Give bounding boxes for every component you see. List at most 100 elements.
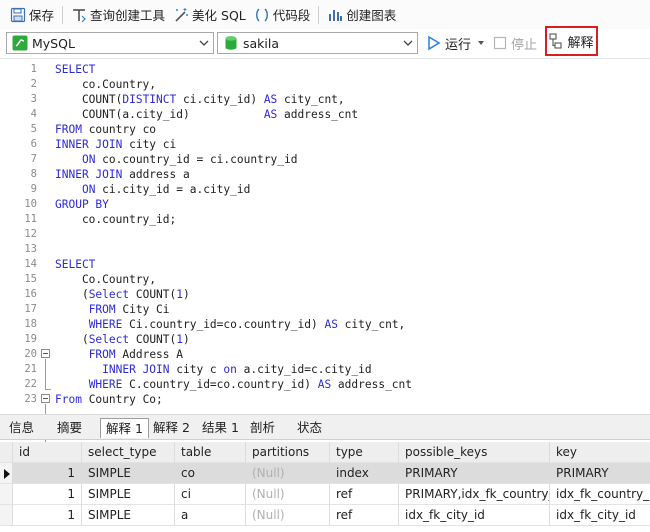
code-line[interactable]: 10 GROUP BY xyxy=(0,197,650,212)
query-builder-icon xyxy=(71,7,87,23)
explain-button[interactable]: 解释 xyxy=(545,26,598,56)
result-tab[interactable]: 信息 xyxy=(4,418,39,438)
line-number: 14 xyxy=(24,258,37,270)
grid-cell[interactable]: SIMPLE xyxy=(82,505,175,526)
row-marker[interactable] xyxy=(0,463,13,484)
grid-cell[interactable]: idx_fk_city_id xyxy=(399,505,550,526)
grid-cell[interactable]: PRIMARY,idx_fk_country_ xyxy=(399,484,550,505)
code-line[interactable]: 2 co.Country, xyxy=(0,77,650,92)
sql-token: address_cnt xyxy=(331,378,413,391)
query-builder-button[interactable]: 查询创建工具 xyxy=(67,4,169,26)
create-chart-label: 创建图表 xyxy=(346,8,397,23)
column-header[interactable]: table xyxy=(175,442,246,463)
line-number: 20 xyxy=(24,348,37,360)
grid-cell[interactable]: idx_fk_city_id xyxy=(550,505,650,526)
column-header[interactable]: select_type xyxy=(82,442,175,463)
explain-result-grid[interactable]: id select_type table partitions type possible… xyxy=(0,442,650,532)
grid-cell[interactable]: ci xyxy=(175,484,246,505)
sql-keyword: Select xyxy=(88,288,130,301)
grid-cell[interactable]: 1 xyxy=(13,505,82,526)
grid-cell[interactable]: a xyxy=(175,505,246,526)
code-text: Co.Country, xyxy=(55,272,156,287)
code-line[interactable]: 21 INNER JOIN city c on a.city_id=c.city… xyxy=(0,362,650,377)
code-line[interactable]: 6 INNER JOIN city ci xyxy=(0,137,650,152)
run-dropdown-icon[interactable] xyxy=(477,36,487,51)
grid-cell[interactable]: index xyxy=(330,463,399,484)
schema-value: sakila xyxy=(243,35,280,51)
code-line[interactable]: 15 Co.Country, xyxy=(0,272,650,287)
run-button[interactable]: 运行 xyxy=(426,32,487,54)
sql-token: COUNT(a.city_id) xyxy=(55,108,264,121)
code-line[interactable]: 12 xyxy=(0,227,650,242)
connection-type-select[interactable]: MySQL xyxy=(6,32,214,54)
sql-keyword: FROM xyxy=(88,303,116,316)
code-line[interactable]: 16 (Select COUNT(1) xyxy=(0,287,650,302)
code-line[interactable]: 18 WHERE Ci.country_id=co.country_id) AS… xyxy=(0,317,650,332)
table-row[interactable]: 1 SIMPLE ci (Null) ref PRIMARY,idx_fk_country… xyxy=(0,484,650,505)
mysql-connection-icon xyxy=(12,35,28,51)
grid-cell[interactable]: 1 xyxy=(13,484,82,505)
sql-token: ( xyxy=(55,288,89,301)
grid-cell[interactable]: (Null) xyxy=(246,484,330,505)
grid-cell[interactable]: PRIMARY xyxy=(550,463,650,484)
grid-cell[interactable]: idx_fk_country_id xyxy=(550,484,650,505)
code-text: (Select COUNT(1) xyxy=(55,332,190,347)
line-number: 17 xyxy=(24,303,37,315)
code-line[interactable]: 1 SELECT xyxy=(0,62,650,77)
sql-keyword: INNER JOIN xyxy=(102,363,170,376)
result-tab[interactable]: 状态 xyxy=(292,418,327,438)
code-line[interactable]: 4 COUNT(a.city_id) AS address_cnt xyxy=(0,107,650,122)
line-number: 23 xyxy=(24,393,37,405)
code-line[interactable]: 13 xyxy=(0,242,650,257)
grid-cell[interactable]: SIMPLE xyxy=(82,463,175,484)
beautify-sql-button[interactable]: 美化 SQL xyxy=(169,4,250,26)
code-line[interactable]: 7 ON co.country_id = ci.country_id xyxy=(0,152,650,167)
code-line[interactable]: 8 INNER JOIN address a xyxy=(0,167,650,182)
grid-cell[interactable]: (Null) xyxy=(246,505,330,526)
grid-cell[interactable]: ref xyxy=(330,484,399,505)
code-line[interactable]: 14 SELECT xyxy=(0,257,650,272)
result-tab[interactable]: 解释 2 xyxy=(148,418,195,438)
column-header[interactable]: id xyxy=(13,442,82,463)
grid-cell[interactable]: SIMPLE xyxy=(82,484,175,505)
code-line[interactable]: 22 WHERE C.country_id=co.country_id) AS … xyxy=(0,377,650,392)
code-line[interactable]: 23 From Country Co; xyxy=(0,392,650,407)
save-button[interactable]: 保存 xyxy=(6,4,58,26)
stop-button[interactable]: 停止 xyxy=(493,32,537,54)
code-text: From Country Co; xyxy=(55,392,163,407)
code-snippet-button[interactable]: 代码段 xyxy=(250,4,315,26)
grid-cell[interactable]: co xyxy=(175,463,246,484)
result-tab[interactable]: 剖析 xyxy=(245,418,280,438)
row-marker[interactable] xyxy=(0,505,13,526)
code-line[interactable]: 3 COUNT(DISTINCT ci.city_id) AS city_cnt… xyxy=(0,92,650,107)
column-header[interactable]: possible_keys xyxy=(399,442,550,463)
sql-keyword: ON xyxy=(81,183,96,196)
code-line[interactable]: 19 (Select COUNT(1) xyxy=(0,332,650,347)
code-line[interactable]: 11 co.country_id; xyxy=(0,212,650,227)
sql-token: Co.Country, xyxy=(55,273,157,286)
sql-keyword: AS xyxy=(324,318,338,331)
run-label: 运行 xyxy=(445,37,472,53)
column-header[interactable]: key xyxy=(550,442,650,463)
schema-select[interactable]: sakila xyxy=(217,32,418,54)
grid-cell[interactable]: (Null) xyxy=(246,463,330,484)
table-row[interactable]: 1 SIMPLE a (Null) ref idx_fk_city_id idx_fk_ci… xyxy=(0,505,650,526)
code-line[interactable]: 9 ON ci.city_id = a.city_id xyxy=(0,182,650,197)
code-line[interactable]: 20 FROM Address A xyxy=(0,347,650,362)
column-header[interactable]: type xyxy=(330,442,399,463)
grid-cell[interactable]: PRIMARY xyxy=(399,463,550,484)
result-tab[interactable]: 结果 1 xyxy=(197,418,244,438)
code-line[interactable]: 17 FROM City Ci xyxy=(0,302,650,317)
column-header[interactable]: partitions xyxy=(246,442,330,463)
create-chart-button[interactable]: 创建图表 xyxy=(323,4,400,26)
result-tab[interactable]: 解释 1 xyxy=(100,418,149,438)
table-row[interactable]: 1 SIMPLE co (Null) index PRIMARY PRIMARY xyxy=(0,463,650,484)
code-line[interactable]: 5 FROM country co xyxy=(0,122,650,137)
sql-keyword: INNER JOIN xyxy=(55,138,123,151)
result-tab[interactable]: 摘要 xyxy=(52,418,87,438)
grid-cell[interactable]: 1 xyxy=(13,463,82,484)
sql-editor[interactable]: 1 SELECT 2 co.Country, 3 COUNT(DISTINCT ci.… xyxy=(0,58,650,450)
row-marker[interactable] xyxy=(0,484,13,505)
grid-cell[interactable]: ref xyxy=(330,505,399,526)
beautify-sql-label: 美化 SQL xyxy=(192,8,246,23)
